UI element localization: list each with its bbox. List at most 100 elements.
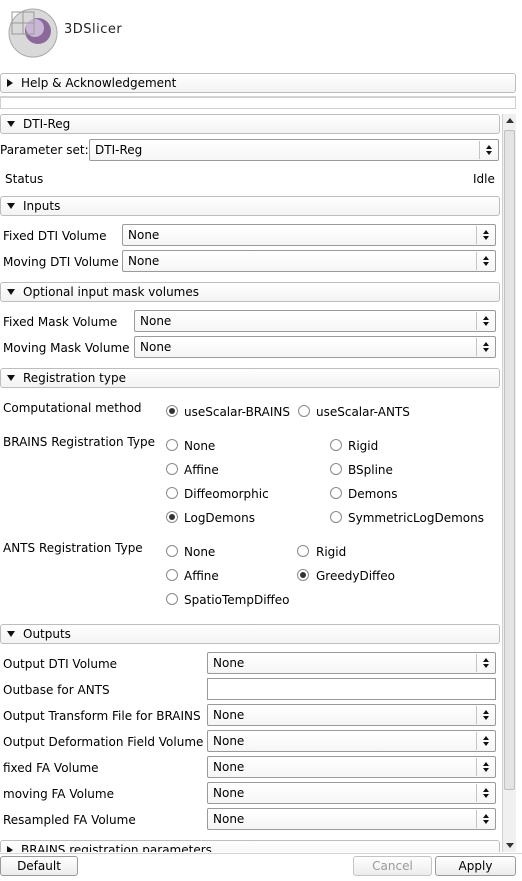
fixed-mask-volume-value: None — [140, 314, 172, 328]
brains-radio-symmetriclogdemons[interactable] — [330, 511, 342, 523]
parameter-set-label: Parameter set: — [0, 143, 89, 157]
apply-button[interactable]: Apply — [435, 856, 516, 876]
computational-method-label: Computational method — [3, 401, 142, 415]
output-deformation-label: Output Deformation Field Volume — [3, 735, 204, 749]
fixed-dti-volume-label: Fixed DTI Volume — [3, 229, 107, 243]
expanded-arrow-icon — [7, 203, 15, 209]
ants-radio-rigid[interactable] — [297, 545, 309, 557]
scroll-up-icon[interactable] — [506, 118, 514, 123]
brains-radio-diffeomorphic[interactable] — [166, 487, 178, 499]
outputs-section-label: Outputs — [23, 627, 71, 641]
expanded-arrow-icon — [7, 121, 15, 127]
brains-option-label: Demons — [348, 487, 398, 501]
ants-radio-none[interactable] — [166, 545, 178, 557]
expanded-arrow-icon — [7, 289, 15, 295]
outputs-section-header[interactable]: Outputs — [0, 624, 500, 644]
ants-radio-spatiotempdiffeo[interactable] — [166, 593, 178, 605]
brains-radio-logdemons[interactable] — [166, 511, 178, 523]
ants-registration-type-label: ANTS Registration Type — [3, 541, 143, 555]
parameter-set-value: DTI-Reg — [95, 143, 143, 157]
moving-dti-volume-select[interactable]: None — [122, 250, 496, 272]
inputs-section-label: Inputs — [23, 199, 61, 213]
expanded-arrow-icon — [7, 375, 15, 381]
moving-fa-volume-label: moving FA Volume — [3, 787, 114, 801]
method-option-label: useScalar-ANTS — [316, 405, 410, 419]
fixed-mask-volume-label: Fixed Mask Volume — [3, 315, 118, 329]
ants-option-label: Affine — [184, 569, 219, 583]
method-option-label: useScalar-BRAINS — [184, 405, 290, 419]
brains-option-label: SymmetricLogDemons — [348, 511, 484, 525]
moving-mask-volume-select[interactable]: None — [134, 336, 496, 358]
output-transform-label: Output Transform File for BRAINS — [3, 709, 201, 723]
moving-dti-volume-value: None — [128, 254, 160, 268]
fixed-dti-volume-value: None — [128, 228, 160, 242]
output-dti-volume-value: None — [213, 656, 245, 670]
method-radio-brains[interactable] — [166, 405, 178, 417]
slicer-logo-icon — [2, 4, 60, 62]
brains-radio-rigid[interactable] — [330, 439, 342, 451]
brains-option-label: LogDemons — [184, 511, 255, 525]
moving-mask-volume-label: Moving Mask Volume — [3, 341, 130, 355]
masks-section-label: Optional input mask volumes — [23, 285, 199, 299]
output-transform-select[interactable]: None — [207, 704, 496, 726]
scroll-down-icon[interactable] — [506, 843, 514, 848]
ants-option-label: GreedyDiffeo — [316, 569, 396, 583]
brains-radio-demons[interactable] — [330, 487, 342, 499]
inputs-section-header[interactable]: Inputs — [0, 196, 500, 216]
scroll-thumb[interactable] — [504, 130, 515, 790]
output-deformation-value: None — [213, 734, 245, 748]
ants-option-label: Rigid — [316, 545, 347, 559]
resampled-fa-volume-select[interactable]: None — [207, 808, 496, 830]
help-section-header[interactable]: Help & Acknowledgement — [0, 73, 516, 93]
status-label: Status — [5, 172, 44, 186]
registration-section-label: Registration type — [23, 371, 126, 385]
outbase-ants-input[interactable] — [207, 678, 496, 700]
cancel-button[interactable]: Cancel — [353, 856, 432, 876]
brains-registration-type-label: BRAINS Registration Type — [3, 435, 155, 449]
help-section-label: Help & Acknowledgement — [21, 76, 177, 90]
vertical-scrollbar[interactable] — [502, 114, 516, 852]
brains-option-label: None — [184, 439, 216, 453]
resampled-fa-volume-label: Resampled FA Volume — [3, 813, 136, 827]
brains-params-clip: BRAINS registration parameters — [0, 840, 500, 852]
fixed-fa-volume-value: None — [213, 760, 245, 774]
resampled-fa-volume-value: None — [213, 812, 245, 826]
collapsed-arrow-icon — [7, 846, 13, 852]
method-radio-ants[interactable] — [298, 405, 310, 417]
output-deformation-select[interactable]: None — [207, 730, 496, 752]
fixed-fa-volume-label: fixed FA Volume — [3, 761, 99, 775]
registration-section-header[interactable]: Registration type — [0, 368, 500, 388]
fixed-dti-volume-select[interactable]: None — [122, 224, 496, 246]
ants-option-label: SpatioTempDiffeo — [184, 593, 290, 607]
brains-params-section-header[interactable]: BRAINS registration parameters — [0, 840, 500, 852]
moving-dti-volume-label: Moving DTI Volume — [3, 255, 119, 269]
moving-fa-volume-select[interactable]: None — [207, 782, 496, 804]
output-dti-volume-select[interactable]: None — [207, 652, 496, 674]
expanded-arrow-icon — [7, 631, 15, 637]
ants-radio-affine[interactable] — [166, 569, 178, 581]
output-transform-value: None — [213, 708, 245, 722]
status-value: Idle — [473, 172, 495, 186]
ants-option-label: None — [184, 545, 216, 559]
moving-fa-volume-value: None — [213, 786, 245, 800]
brains-params-section-label: BRAINS registration parameters — [21, 843, 212, 852]
brains-radio-affine[interactable] — [166, 463, 178, 475]
output-dti-volume-label: Output DTI Volume — [3, 657, 118, 671]
brains-option-label: Rigid — [348, 439, 379, 453]
outbase-ants-label: Outbase for ANTS — [3, 683, 110, 697]
brains-radio-none[interactable] — [166, 439, 178, 451]
default-button[interactable]: Default — [0, 856, 78, 876]
fixed-mask-volume-select[interactable]: None — [134, 310, 496, 332]
brains-radio-bspline[interactable] — [330, 463, 342, 475]
fixed-fa-volume-select[interactable]: None — [207, 756, 496, 778]
parameter-set-select[interactable]: DTI-Reg — [89, 139, 499, 161]
ants-radio-greedydiffeo[interactable] — [297, 569, 309, 581]
module-section-header[interactable]: DTI-Reg — [0, 114, 500, 134]
moving-mask-volume-value: None — [140, 340, 172, 354]
module-search-strip — [0, 97, 516, 109]
masks-section-header[interactable]: Optional input mask volumes — [0, 282, 500, 302]
collapsed-arrow-icon — [7, 79, 13, 87]
footer-divider — [0, 853, 522, 854]
brains-option-label: Affine — [184, 463, 219, 477]
module-title: DTI-Reg — [23, 117, 71, 131]
